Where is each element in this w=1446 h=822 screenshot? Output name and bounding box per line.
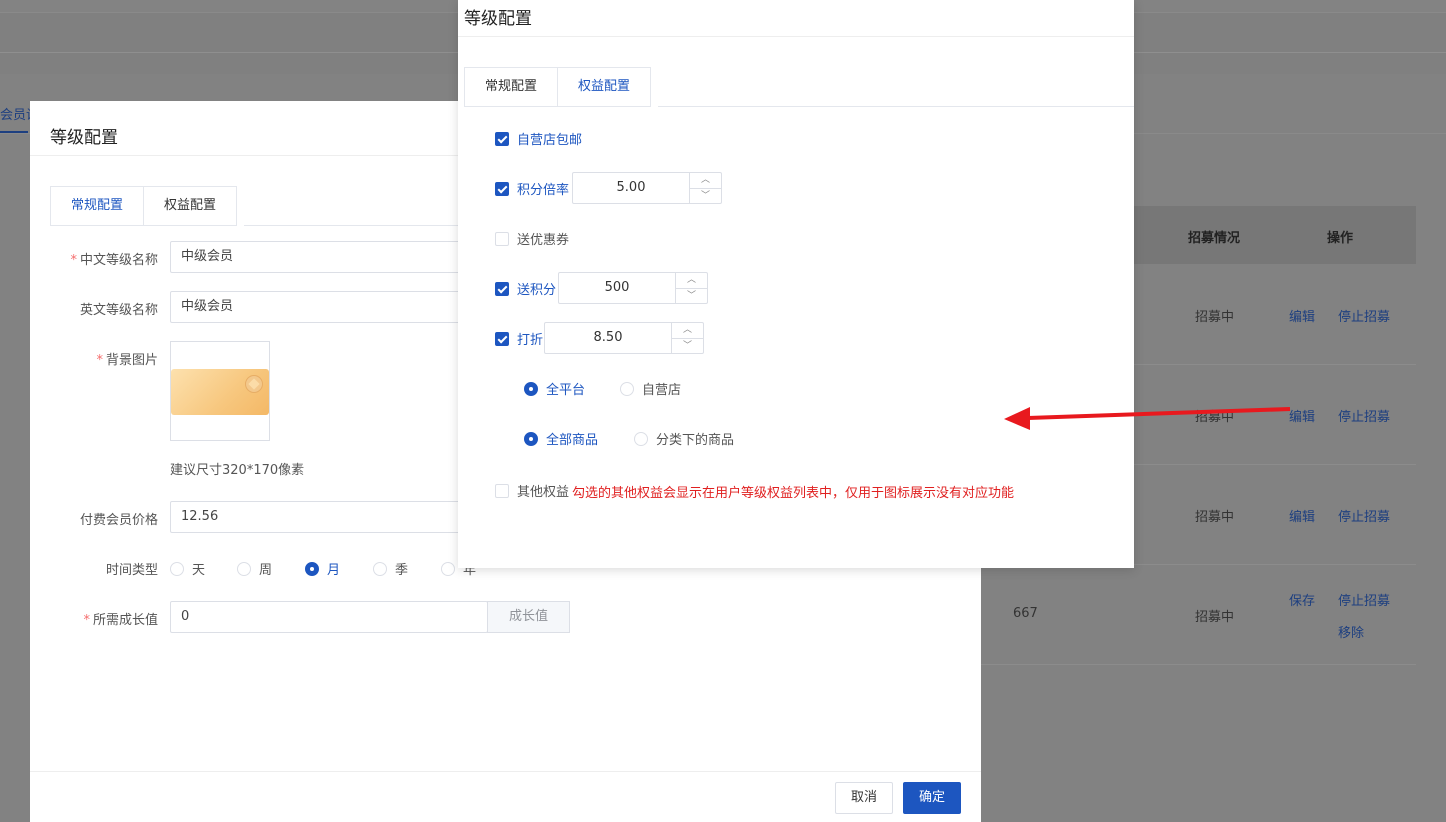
arrow-shaft (1027, 407, 1291, 420)
arrow-head (1004, 407, 1030, 430)
annotation-arrow-icon (1004, 407, 1291, 430)
